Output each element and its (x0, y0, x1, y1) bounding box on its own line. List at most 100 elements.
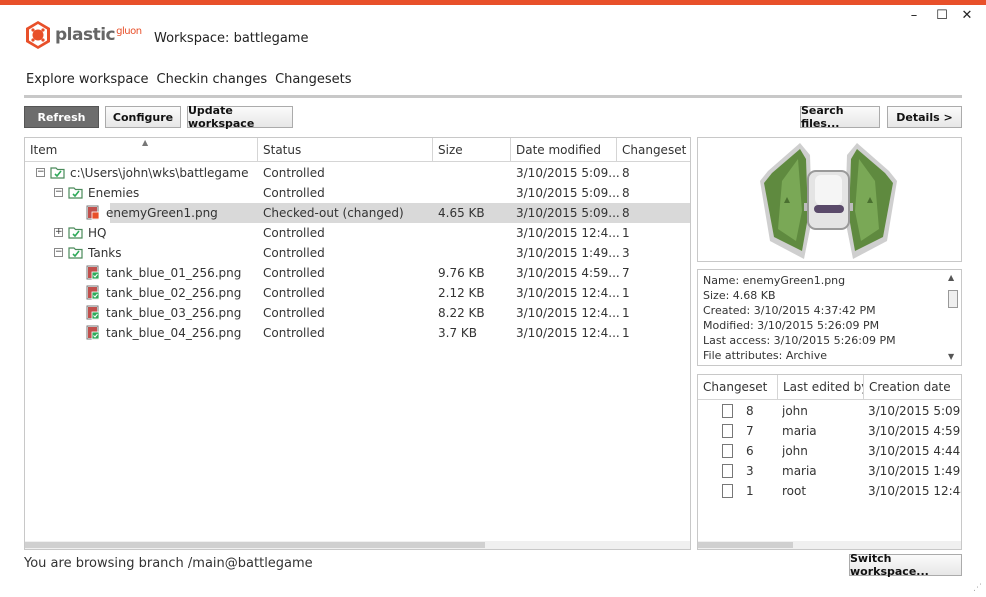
refresh-button[interactable]: Refresh (24, 106, 99, 128)
plastic-logo-icon (26, 21, 50, 49)
controlled-file-icon (86, 305, 100, 320)
history-row[interactable]: 7 maria 3/10/2015 4:59:3 (698, 421, 961, 441)
cell-date-modified: 3/10/2015 12:4... (516, 286, 620, 300)
minimize-button[interactable]: – (906, 8, 922, 23)
cell-changeset: 1 (622, 286, 630, 300)
grid-scroll-thumb[interactable] (25, 542, 485, 548)
cell-date-modified: 3/10/2015 12:4... (516, 326, 620, 340)
configure-button[interactable]: Configure (105, 106, 181, 128)
history-row[interactable]: 3 maria 3/10/2015 1:49:1 (698, 461, 961, 481)
collapse-icon[interactable]: − (36, 168, 45, 177)
cell-changeset: 8 (622, 186, 630, 200)
folder-icon (50, 167, 65, 179)
cell-status: Controlled (263, 326, 325, 340)
cell-status: Controlled (263, 286, 325, 300)
controlled-file-icon (86, 285, 100, 300)
cell-date-modified: 3/10/2015 5:09... (516, 186, 620, 200)
cell-changeset: 1 (746, 484, 754, 498)
cell-date-modified: 3/10/2015 12:4... (516, 306, 620, 320)
controlled-file-icon (86, 265, 100, 280)
switch-workspace-button[interactable]: Switch workspace... (849, 552, 962, 578)
grid-header: ▲ Item Status Size Date modified Changes… (25, 138, 690, 162)
table-row[interactable]: enemyGreen1.png Checked-out (changed) 4.65… (86, 203, 690, 223)
maximize-button[interactable]: ☐ (934, 8, 950, 23)
table-row[interactable]: + HQ Controlled 3/10/2015 12:4... 1 (25, 223, 690, 243)
column-header-size[interactable]: Size (433, 138, 511, 161)
cell-changeset: 7 (622, 266, 630, 280)
app-logo: plasticgluon (25, 20, 142, 50)
folder-icon (68, 227, 83, 239)
column-header-status[interactable]: Status (258, 138, 433, 161)
cell-status: Controlled (263, 166, 325, 180)
cell-item-name: HQ (88, 226, 107, 240)
history-scroll-thumb[interactable] (698, 542, 793, 548)
column-header-date-modified[interactable]: Date modified (511, 138, 617, 161)
cell-changeset: 1 (622, 306, 630, 320)
history-row[interactable]: 6 john 3/10/2015 4:44:1 (698, 441, 961, 461)
folder-icon (68, 247, 83, 259)
cell-size: 2.12 KB (438, 286, 485, 300)
changeset-document-icon (722, 424, 733, 438)
cell-changeset: 1 (622, 226, 630, 240)
history-horizontal-scrollbar[interactable] (698, 541, 961, 549)
table-row[interactable]: − Enemies Controlled 3/10/2015 5:09... 8 (25, 183, 690, 203)
resize-grip-icon[interactable]: ⋰ (973, 583, 982, 593)
table-row[interactable]: tank_blue_04_256.png Controlled 3.7 KB 3/10… (25, 323, 690, 343)
cell-status: Controlled (263, 266, 325, 280)
workspace-tree-grid[interactable]: ▲ Item Status Size Date modified Changes… (24, 137, 691, 550)
table-row[interactable]: tank_blue_02_256.png Controlled 2.12 KB 3/1… (25, 283, 690, 303)
cell-size: 9.76 KB (438, 266, 485, 280)
close-button[interactable]: ✕ (959, 8, 975, 23)
expand-icon[interactable]: + (54, 228, 63, 237)
table-row[interactable]: − c:\Users\john\wks\battlegame Controlled 3… (25, 163, 690, 183)
scroll-down-icon[interactable]: ▼ (948, 352, 954, 361)
history-grid[interactable]: Changeset Last edited by Creation date 8… (697, 374, 962, 550)
search-files-button[interactable]: Search files... (800, 104, 880, 130)
cell-date-modified: 3/10/2015 5:09... (516, 206, 620, 220)
cell-size: 4.65 KB (438, 206, 485, 220)
update-workspace-button[interactable]: Update workspace (187, 104, 293, 130)
cell-date-modified: 3/10/2015 4:59... (516, 266, 620, 280)
scroll-up-icon[interactable]: ▲ (948, 273, 954, 282)
column-header-changeset[interactable]: Changeset (698, 375, 778, 399)
logo-text: plasticgluon (55, 25, 142, 45)
details-button[interactable]: Details > (887, 106, 962, 128)
controlled-file-icon (86, 325, 100, 340)
info-scroll-thumb[interactable] (948, 290, 958, 308)
history-row[interactable]: 1 root 3/10/2015 12:44 (698, 481, 961, 501)
cell-status: Checked-out (changed) (263, 206, 404, 220)
info-file-attributes: File attributes: Archive (703, 349, 827, 362)
cell-changeset: 8 (746, 404, 754, 418)
table-row[interactable]: − Tanks Controlled 3/10/2015 1:49... 3 (25, 243, 690, 263)
workspace-title: Workspace: battlegame (154, 31, 309, 46)
cell-user: maria (782, 464, 817, 478)
changeset-document-icon (722, 484, 733, 498)
status-text: You are browsing branch /main@battlegame (24, 556, 313, 571)
cell-changeset: 3 (622, 246, 630, 260)
column-header-changeset[interactable]: Changeset (617, 138, 690, 161)
info-vertical-scrollbar[interactable]: ▲ ▼ (944, 270, 961, 365)
table-row[interactable]: tank_blue_01_256.png Controlled 9.76 KB 3/1… (25, 263, 690, 283)
collapse-icon[interactable]: − (54, 248, 63, 257)
cell-user: john (782, 404, 808, 418)
history-row[interactable]: 8 john 3/10/2015 5:09:4 (698, 401, 961, 421)
cell-status: Controlled (263, 186, 325, 200)
column-header-item[interactable]: Item (25, 138, 258, 161)
table-row[interactable]: tank_blue_03_256.png Controlled 8.22 KB 3/1… (25, 303, 690, 323)
grid-horizontal-scrollbar[interactable] (25, 541, 690, 549)
changeset-document-icon (722, 404, 733, 418)
info-last-access: Last access: 3/10/2015 5:26:09 PM (703, 334, 896, 347)
image-preview (697, 137, 962, 262)
collapse-icon[interactable]: − (54, 188, 63, 197)
column-header-creation-date[interactable]: Creation date (864, 375, 961, 399)
cell-changeset: 7 (746, 424, 754, 438)
cell-changeset: 8 (622, 206, 630, 220)
cell-changeset: 3 (746, 464, 754, 478)
cell-creation-date: 3/10/2015 4:59:3 (868, 424, 962, 438)
logo-subtext: gluon (116, 26, 142, 37)
file-info-panel[interactable]: Name: enemyGreen1.png Size: 4.68 KB Crea… (697, 269, 962, 366)
column-header-last-edited-by[interactable]: Last edited by (778, 375, 864, 399)
cell-date-modified: 3/10/2015 5:09... (516, 166, 620, 180)
cell-item-name: tank_blue_01_256.png (106, 266, 242, 280)
cell-user: maria (782, 424, 817, 438)
